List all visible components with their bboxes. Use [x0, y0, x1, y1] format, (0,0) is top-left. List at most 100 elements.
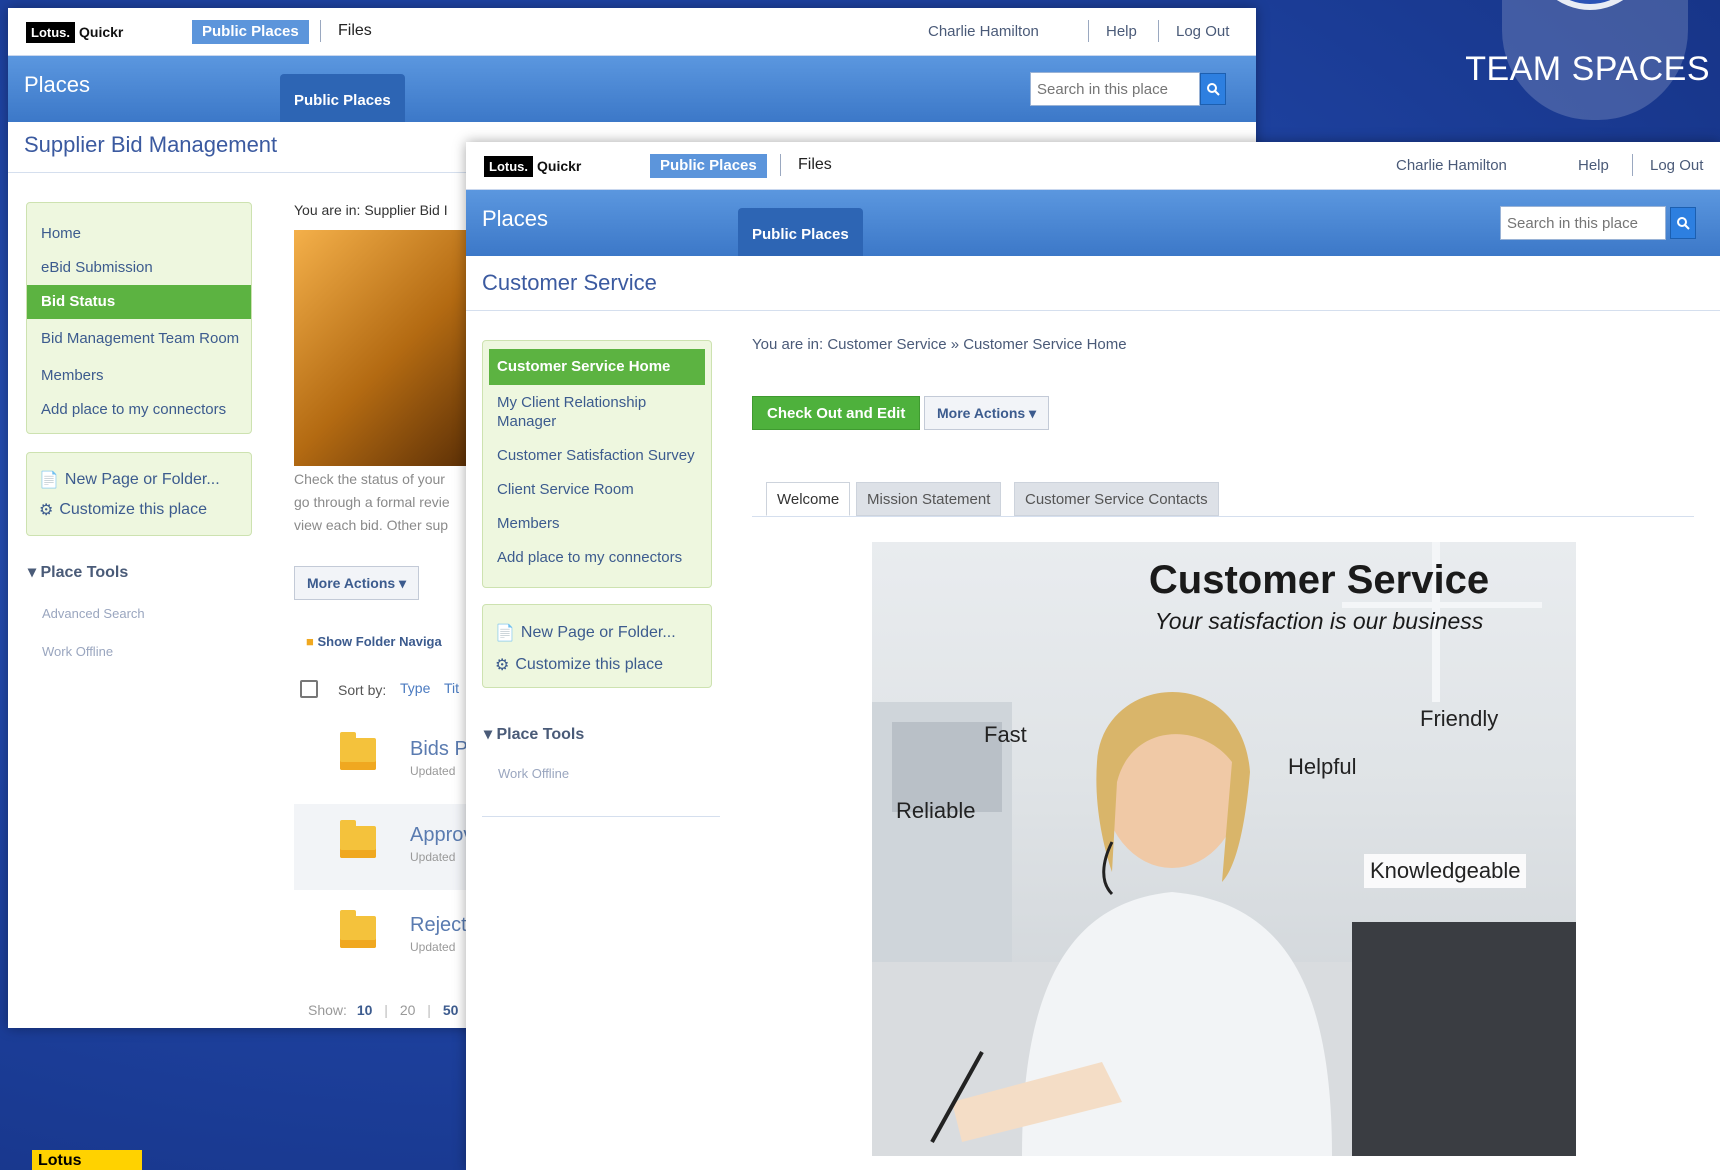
- search-input[interactable]: [1500, 206, 1666, 240]
- banner-word-friendly: Friendly: [1420, 706, 1499, 731]
- show-10-link[interactable]: 10: [357, 1002, 373, 1018]
- sort-type-link[interactable]: Type: [400, 680, 430, 696]
- show-folder-navigation-link[interactable]: ■ Show Folder Naviga: [306, 634, 442, 649]
- nav-item-client-service-room[interactable]: Client Service Room: [483, 473, 711, 507]
- sort-by-label: Sort by:: [338, 682, 387, 698]
- customize-link[interactable]: ⚙ Customize this place: [483, 649, 711, 681]
- top-bar: Lotus. Quickr Public Places Files Charli…: [8, 8, 1256, 56]
- footer-logo: Lotus: [32, 1150, 142, 1170]
- search-icon: [1207, 83, 1220, 96]
- hero-image: [294, 230, 472, 466]
- nav-item-add-connectors[interactable]: Add place to my connectors: [27, 393, 251, 427]
- check-out-edit-button[interactable]: Check Out and Edit: [752, 396, 921, 430]
- folder-icon: [340, 910, 376, 948]
- help-link[interactable]: Help: [1106, 23, 1137, 40]
- folder-icon: [340, 732, 376, 770]
- nav-item-bid-status[interactable]: Bid Status: [27, 285, 251, 319]
- logout-link[interactable]: Log Out: [1176, 23, 1229, 40]
- nav-item-add-connectors[interactable]: Add place to my connectors: [483, 541, 711, 575]
- top-tab-public-places[interactable]: Public Places: [192, 20, 309, 44]
- folder-icon: [340, 820, 376, 858]
- select-all-checkbox[interactable]: [300, 680, 318, 698]
- page-tools-box: 📄 New Page or Folder... ⚙ Customize this…: [482, 604, 712, 688]
- folder-icon: ■: [306, 634, 314, 649]
- nav-item-ebid-submission[interactable]: eBid Submission: [27, 251, 251, 285]
- list-item[interactable]: Approv Updated: [294, 804, 474, 890]
- places-title[interactable]: Places: [482, 206, 548, 232]
- public-places-tab[interactable]: Public Places: [280, 74, 405, 122]
- divider: [482, 816, 720, 817]
- page-tools-box: 📄 New Page or Folder... ⚙ Customize this…: [26, 452, 252, 536]
- places-bar: Places Public Places: [466, 190, 1720, 256]
- show-20-link[interactable]: 20: [400, 1002, 416, 1018]
- show-50-link[interactable]: 50: [443, 1002, 459, 1018]
- nav-item-home[interactable]: Home: [27, 217, 251, 251]
- help-link[interactable]: Help: [1578, 157, 1609, 174]
- nav-item-members[interactable]: Members: [27, 359, 251, 393]
- nav-item-team-room[interactable]: Bid Management Team Room: [27, 319, 251, 359]
- logout-link[interactable]: Log Out: [1650, 157, 1703, 174]
- breadcrumb: You are in: Supplier Bid I: [294, 202, 448, 218]
- advanced-search-link[interactable]: Advanced Search: [42, 606, 145, 621]
- banner-word-reliable: Reliable: [896, 798, 976, 823]
- left-nav: Customer Service Home My Client Relation…: [482, 340, 712, 588]
- list-item[interactable]: Bids P Updated: [294, 716, 474, 792]
- collapse-triangle-icon: ▾: [484, 726, 493, 743]
- places-bar: Places Public Places: [8, 56, 1256, 122]
- tab-mission-statement[interactable]: Mission Statement: [856, 482, 1002, 516]
- list-item[interactable]: Reject Updated: [294, 894, 474, 970]
- more-actions-button[interactable]: More Actions ▾: [924, 396, 1050, 430]
- banner-subtitle: Your satisfaction is our business: [1154, 608, 1484, 634]
- pagination: Show: 10 | 20 | 50: [308, 1002, 459, 1018]
- search-input[interactable]: [1030, 72, 1200, 106]
- banner-word-knowledgeable: Knowledgeable: [1364, 854, 1527, 888]
- breadcrumb: You are in: Customer Service » Customer …: [752, 336, 1127, 353]
- more-actions-button[interactable]: More Actions ▾: [294, 566, 420, 600]
- dropdown-arrow-icon: ▾: [399, 575, 407, 591]
- lotus-quickr-logo: Lotus. Quickr: [26, 20, 123, 44]
- customize-link[interactable]: ⚙ Customize this place: [27, 495, 251, 525]
- places-title[interactable]: Places: [24, 72, 90, 98]
- banner-word-helpful: Helpful: [1288, 754, 1357, 779]
- top-tab-files[interactable]: Files: [338, 22, 372, 40]
- tab-welcome[interactable]: Welcome: [766, 482, 851, 516]
- nav-item-client-relationship-manager[interactable]: My Client Relationship Manager: [483, 385, 663, 439]
- separator: [1632, 154, 1633, 176]
- sort-title-link[interactable]: Tit: [444, 680, 459, 696]
- banner-title: Customer Service: [1148, 558, 1490, 602]
- search-button[interactable]: [1200, 73, 1226, 105]
- separator: [320, 20, 321, 42]
- front-quickr-window: Lotus. Quickr Public Places Files Charli…: [466, 142, 1720, 1170]
- nav-item-members[interactable]: Members: [483, 507, 711, 541]
- place-title: Customer Service: [482, 270, 657, 295]
- top-bar: Lotus. Quickr Public Places Files Charli…: [466, 142, 1720, 190]
- work-offline-link[interactable]: Work Offline: [498, 766, 569, 781]
- new-page-icon: 📄: [495, 625, 515, 642]
- user-name-link[interactable]: Charlie Hamilton: [1396, 157, 1507, 174]
- nav-item-customer-service-home[interactable]: Customer Service Home: [489, 349, 705, 385]
- user-name-link[interactable]: Charlie Hamilton: [928, 23, 1039, 40]
- separator: [1088, 20, 1089, 42]
- search-button[interactable]: [1670, 207, 1696, 239]
- tab-strip-line: [752, 516, 1694, 517]
- new-page-link[interactable]: 📄 New Page or Folder...: [27, 465, 251, 495]
- top-tab-files[interactable]: Files: [798, 156, 832, 174]
- welcome-banner-image: Customer Service Your satisfaction is ou…: [872, 542, 1576, 1156]
- public-places-tab[interactable]: Public Places: [738, 208, 863, 256]
- slide-title: TEAM SPACES: [1465, 50, 1710, 88]
- tab-customer-service-contacts[interactable]: Customer Service Contacts: [1014, 482, 1219, 516]
- work-offline-link[interactable]: Work Offline: [42, 644, 113, 659]
- lotus-quickr-logo: Lotus. Quickr: [484, 154, 581, 178]
- place-tools-header[interactable]: ▾ Place Tools: [484, 724, 584, 744]
- customize-icon: ⚙: [39, 502, 54, 519]
- place-tools-header[interactable]: ▾ Place Tools: [28, 562, 128, 582]
- place-title: Supplier Bid Management: [24, 132, 278, 157]
- nav-item-satisfaction-survey[interactable]: Customer Satisfaction Survey: [483, 439, 711, 473]
- dropdown-arrow-icon: ▾: [1029, 405, 1037, 421]
- search-icon: [1677, 217, 1690, 230]
- left-nav: Home eBid Submission Bid Status Bid Mana…: [26, 202, 252, 434]
- new-page-link[interactable]: 📄 New Page or Folder...: [483, 617, 711, 649]
- top-tab-public-places[interactable]: Public Places: [650, 154, 767, 178]
- banner-word-fast: Fast: [984, 722, 1027, 747]
- collapse-triangle-icon: ▾: [28, 564, 37, 581]
